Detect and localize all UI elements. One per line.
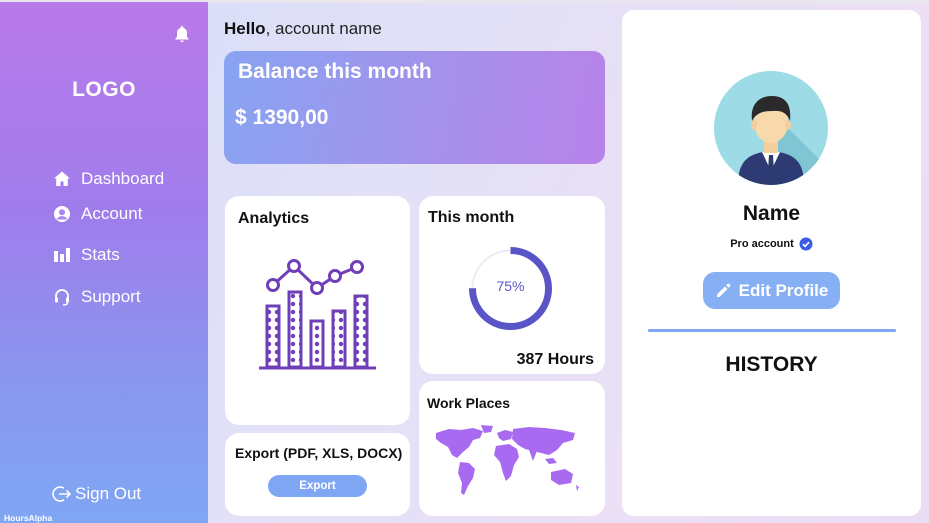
pencil-icon: [715, 282, 732, 299]
sidebar-item-label: Account: [81, 204, 143, 223]
account-icon: [52, 204, 72, 224]
avatar: [714, 71, 828, 185]
export-title: Export (PDF, XLS, DOCX): [235, 445, 403, 461]
divider: [648, 329, 896, 332]
analytics-illustration-icon: [259, 259, 376, 370]
work-places-title: Work Places: [427, 395, 511, 411]
edit-profile-label: Edit Profile: [738, 280, 829, 300]
brand-footer: HoursAlpha: [4, 513, 53, 523]
sidebar-item-dashboard[interactable]: Dashboard: [52, 166, 164, 192]
sidebar-item-stats[interactable]: Stats: [52, 242, 120, 268]
progress-percent: 75%: [496, 278, 525, 294]
balance-card: Balance this month $ 1390,00: [224, 51, 605, 164]
balance-title: Balance this month: [238, 60, 432, 83]
world-map-icon: [436, 425, 579, 495]
export-card: Export (PDF, XLS, DOCX) Export: [225, 433, 410, 516]
history-heading: HISTORY: [725, 353, 818, 376]
sidebar-item-label: Support: [81, 287, 141, 306]
profile-panel: Name Pro account Edit Profile HISTORY: [622, 10, 921, 516]
export-button[interactable]: Export: [268, 475, 367, 497]
bell-icon[interactable]: [172, 24, 192, 44]
sign-out-button[interactable]: Sign Out: [52, 484, 141, 504]
work-places-card[interactable]: Work Places: [419, 381, 605, 516]
profile-name: Name: [742, 202, 801, 225]
sidebar: LOGO Dashboard Account Stats Support Sig…: [0, 2, 208, 523]
analytics-card[interactable]: Analytics: [225, 196, 410, 425]
greeting: Hello, account name: [224, 19, 382, 39]
home-icon: [52, 169, 72, 189]
headset-icon: [52, 287, 72, 307]
account-type-label: Pro account: [730, 238, 794, 250]
sidebar-item-label: Stats: [81, 245, 120, 264]
greeting-hello: Hello: [224, 19, 266, 38]
this-month-card[interactable]: This month 75% 387 Hours: [419, 196, 605, 374]
sidebar-item-label: Dashboard: [81, 169, 165, 188]
sidebar-item-account[interactable]: Account: [52, 201, 142, 227]
hours-count: 387 Hours: [516, 351, 594, 368]
account-type: Pro account: [622, 237, 921, 251]
sidebar-item-support[interactable]: Support: [52, 284, 141, 310]
sign-out-icon: [52, 484, 72, 504]
bar-chart-icon: [52, 245, 72, 265]
this-month-title: This month: [428, 209, 515, 226]
sign-out-label: Sign Out: [75, 484, 142, 503]
logo: LOGO: [72, 78, 136, 101]
verified-icon: [799, 237, 813, 251]
greeting-account-name: , account name: [265, 19, 382, 38]
balance-amount: $ 1390,00: [235, 106, 329, 129]
edit-profile-button[interactable]: Edit Profile: [703, 272, 840, 309]
